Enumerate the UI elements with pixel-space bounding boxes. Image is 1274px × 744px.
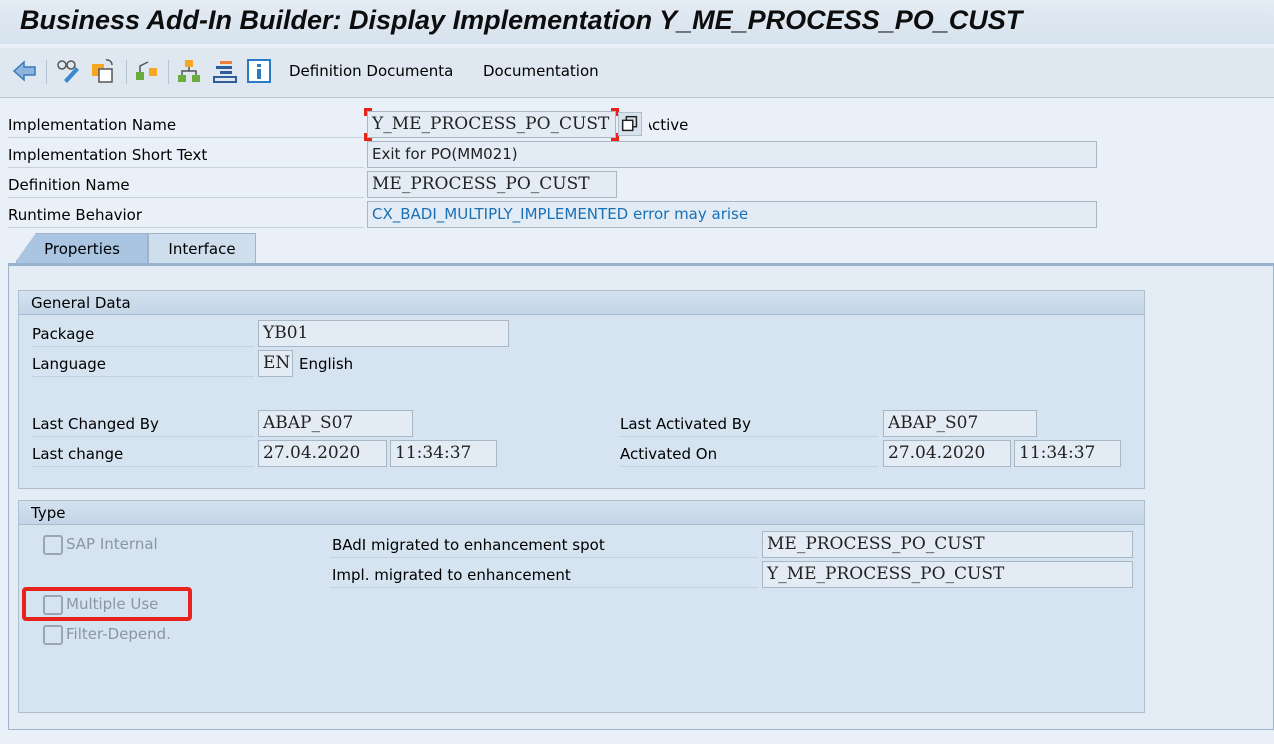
language-label: Language	[32, 351, 254, 377]
group-title: General Data	[19, 291, 1144, 315]
copy-icon[interactable]	[618, 112, 642, 136]
language-code-field[interactable]: EN	[258, 350, 293, 377]
runtime-label: Runtime Behavior	[8, 202, 364, 228]
last-change-date-field[interactable]: 27.04.2020	[258, 440, 387, 467]
display-change-icon[interactable]	[56, 58, 82, 84]
info-icon[interactable]	[246, 58, 272, 84]
impl-migrated-label: Impl. migrated to enhancement	[330, 562, 758, 588]
last-change-time-field[interactable]: 11:34:37	[390, 440, 497, 467]
toolbar: Definition Documenta Documentation	[0, 48, 1274, 98]
def-name-field[interactable]: ME_PROCESS_PO_CUST	[367, 171, 617, 198]
impl-name-field[interactable]: Y_ME_PROCESS_PO_CUST	[367, 111, 616, 138]
last-change-label: Last change	[32, 441, 254, 467]
activated-on-time-field[interactable]: 11:34:37	[1014, 440, 1121, 467]
back-icon[interactable]	[12, 58, 38, 84]
activated-on-date-field[interactable]: 27.04.2020	[883, 440, 1011, 467]
impl-name-label: Implementation Name	[8, 112, 364, 138]
activated-by-field[interactable]: ABAP_S07	[883, 410, 1037, 437]
badi-migrated-field[interactable]: ME_PROCESS_PO_CUST	[762, 531, 1133, 558]
tab-interface[interactable]: Interface	[148, 233, 256, 264]
runtime-field: CX_BADI_MULTIPLY_IMPLEMENTED error may a…	[367, 201, 1097, 228]
sap-internal-label: SAP Internal	[66, 535, 158, 553]
impl-migrated-field[interactable]: Y_ME_PROCESS_PO_CUST	[762, 561, 1133, 588]
title-bar: Business Add-In Builder: Display Impleme…	[0, 0, 1274, 44]
package-field[interactable]: YB01	[258, 320, 509, 347]
badi-migrated-label: BAdI migrated to enhancement spot	[330, 532, 758, 558]
definition-documentation-button[interactable]: Definition Documenta	[289, 62, 453, 80]
page-title: Business Add-In Builder: Display Impleme…	[20, 5, 1023, 35]
list-icon[interactable]	[212, 58, 238, 84]
tab-properties[interactable]: Properties	[16, 233, 148, 264]
changed-by-label: Last Changed By	[32, 411, 254, 437]
short-text-label: Implementation Short Text	[8, 142, 364, 168]
group-title: Type	[19, 501, 1144, 525]
filter-depend-label: Filter-Depend.	[66, 625, 171, 643]
changed-by-field[interactable]: ABAP_S07	[258, 410, 413, 437]
filter-depend-checkbox[interactable]	[43, 625, 63, 645]
def-name-label: Definition Name	[8, 172, 364, 198]
short-text-field[interactable]: Exit for PO(MM021)	[367, 141, 1097, 168]
activated-on-label: Activated On	[620, 441, 878, 467]
hierarchy-icon[interactable]	[176, 58, 202, 84]
sap-internal-checkbox[interactable]	[43, 535, 63, 555]
enhancement-icon[interactable]	[134, 58, 160, 84]
copy-object-icon[interactable]	[90, 58, 116, 84]
status-text: Active	[642, 116, 689, 134]
package-label: Package	[32, 321, 254, 347]
activated-by-label: Last Activated By	[620, 411, 878, 437]
documentation-button[interactable]: Documentation	[483, 62, 599, 80]
language-name: English	[299, 355, 354, 373]
highlight-box	[22, 587, 192, 621]
